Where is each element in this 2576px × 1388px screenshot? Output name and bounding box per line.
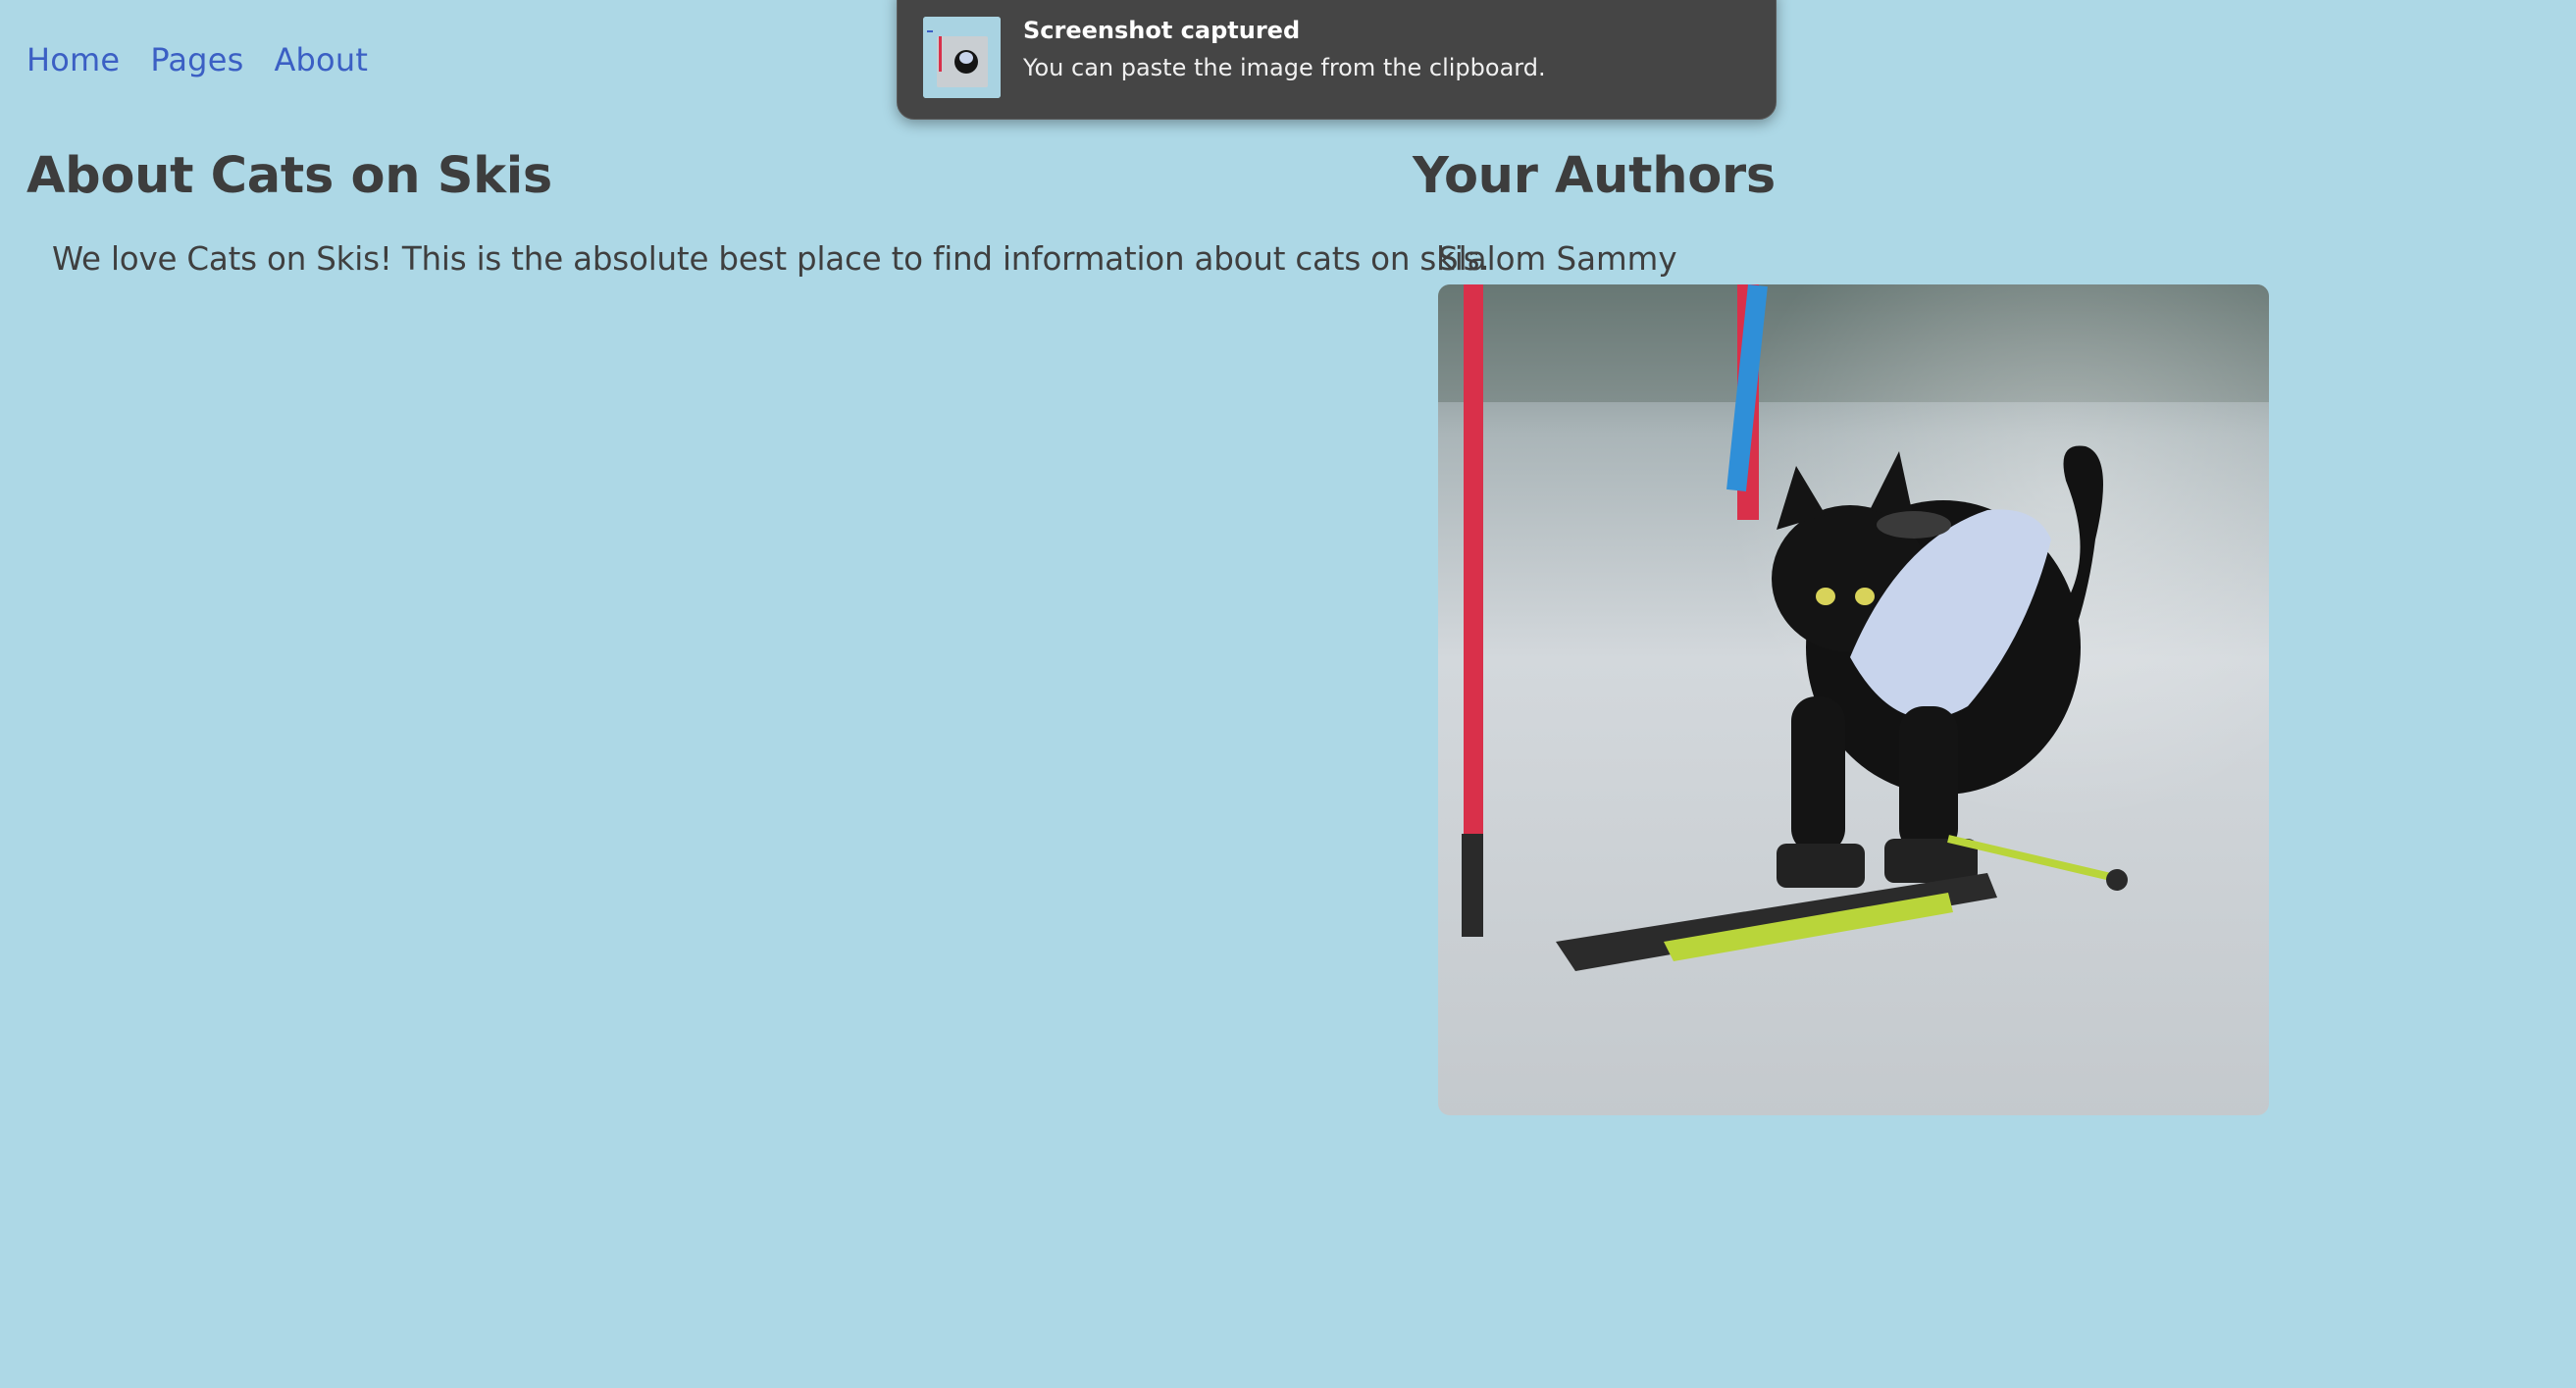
cat-skiing-image [1438,284,2269,1115]
screenshot-notification[interactable]: Screenshot captured You can paste the im… [897,0,1777,120]
about-description: We love Cats on Skis! This is the absolu… [52,240,1490,278]
authors-heading: Your Authors [1413,147,1776,205]
notification-title: Screenshot captured [1023,17,1301,44]
author-photo [1438,284,2269,1115]
about-heading: About Cats on Skis [26,147,552,205]
notification-body: You can paste the image from the clipboa… [1023,54,1546,81]
top-nav: Home Pages About [26,41,368,78]
author-name: Slalom Sammy [1438,240,1677,278]
nav-link-home[interactable]: Home [26,41,120,78]
page: Home Pages About About Cats on Skis We l… [0,0,2576,1388]
nav-link-about[interactable]: About [274,41,368,78]
screenshot-thumbnail [923,17,1001,98]
nav-link-pages[interactable]: Pages [150,41,243,78]
